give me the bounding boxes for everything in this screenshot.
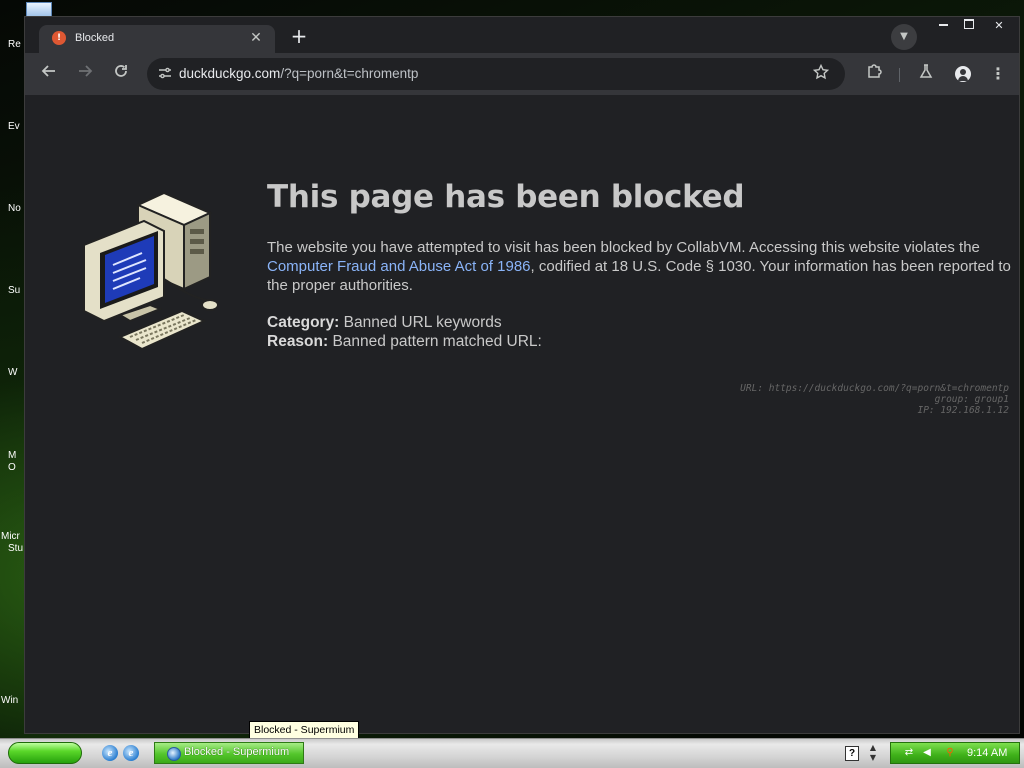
debug-info: URL: https://duckduckgo.com/?q=porn&t=ch…: [740, 383, 1009, 416]
internet-explorer-icon[interactable]: e: [102, 745, 118, 761]
help-icon[interactable]: ?: [845, 746, 859, 761]
category-label: Category:: [267, 314, 340, 331]
site-info-tune-icon[interactable]: [157, 66, 173, 82]
browser-toolbar: duckduckgo.com/?q=porn&t=chromentp ⋮: [25, 53, 1019, 95]
desktop-icon-label[interactable]: Su: [8, 285, 20, 297]
debug-url: URL: https://duckduckgo.com/?q=porn&t=ch…: [740, 383, 1009, 394]
message-text-before: The website you have attempted to visit …: [267, 239, 980, 256]
forward-arrow-icon[interactable]: [74, 63, 96, 85]
url-domain: duckduckgo.com: [179, 66, 281, 81]
browser-window: ! Blocked ✕ + ▼ ✕ duckduckgo.com/?q=porn…: [24, 16, 1020, 734]
maximize-icon: [964, 19, 974, 29]
toolbar-separator: [899, 68, 900, 82]
reload-icon[interactable]: [110, 63, 132, 85]
retro-computer-illustration: [83, 191, 219, 351]
new-tab-plus-icon[interactable]: +: [288, 26, 310, 48]
minimize-button[interactable]: [929, 17, 957, 35]
blocked-page-content: This page has been blocked The website y…: [25, 95, 1019, 733]
desktop-icon-label[interactable]: Re: [8, 39, 21, 51]
tab-title: Blocked: [75, 32, 115, 44]
search-icon[interactable]: ⚲: [944, 747, 956, 759]
tab-blocked[interactable]: ! Blocked ✕: [39, 25, 275, 53]
desktop-icon-label[interactable]: No: [8, 203, 21, 215]
desktop-icon-label[interactable]: Micr: [1, 531, 20, 543]
taskbar-tooltip: Blocked - Supermium: [249, 721, 360, 739]
extensions-puzzle-icon[interactable]: [863, 63, 885, 85]
profile-person-icon[interactable]: [955, 66, 971, 82]
debug-group: group: group1: [934, 394, 1009, 405]
category-row: Category: Banned URL keywords: [267, 313, 542, 332]
reason-label: Reason:: [267, 333, 329, 350]
desktop-icon-label[interactable]: O: [8, 462, 16, 474]
cfaa-link[interactable]: Computer Fraud and Abuse Act of 1986: [267, 258, 531, 275]
reason-row: Reason: Banned pattern matched URL:: [267, 332, 542, 351]
desktop-icon-label[interactable]: Stu: [8, 543, 23, 555]
start-button[interactable]: [8, 742, 82, 764]
block-details: Category: Banned URL keywords Reason: Ba…: [267, 313, 542, 351]
system-tray: ⇄ ◀ ⚲ 9:14 AM: [890, 742, 1020, 764]
back-arrow-icon[interactable]: [38, 63, 60, 85]
tab-close-icon[interactable]: ✕: [247, 29, 265, 47]
blocked-message: The website you have attempted to visit …: [267, 238, 1012, 295]
volume-icon[interactable]: ◀: [921, 747, 933, 759]
kebab-menu-icon[interactable]: ⋮: [987, 63, 1009, 85]
show-desktop-icon[interactable]: e: [123, 745, 139, 761]
tab-search-chevron-down-icon[interactable]: ▼: [891, 24, 917, 50]
minimize-icon: [938, 24, 948, 26]
url-path: /?q=porn&t=chromentp: [280, 66, 419, 81]
supermium-app-icon: [167, 747, 181, 761]
desktop-icon-label[interactable]: Ev: [8, 121, 20, 133]
tray-expand-chevron-icon[interactable]: ▲ ▼: [866, 743, 880, 763]
url-text[interactable]: duckduckgo.com/?q=porn&t=chromentp: [179, 66, 418, 81]
taskbar: e e Blocked - Supermium ? ▲ ▼ ⇄ ◀ ⚲ 9:14 …: [0, 738, 1024, 768]
page-title: This page has been blocked: [267, 179, 745, 215]
desktop-icon-column: Re Ev No Su W M O Micr Stu Win: [0, 0, 24, 740]
address-bar[interactable]: duckduckgo.com/?q=porn&t=chromentp: [147, 58, 845, 90]
network-icon[interactable]: ⇄: [903, 747, 915, 759]
debug-ip: IP: 192.168.1.12: [917, 405, 1009, 416]
labs-flask-icon[interactable]: [915, 63, 937, 85]
category-value: Banned URL keywords: [343, 314, 502, 331]
close-window-button[interactable]: ✕: [985, 17, 1013, 35]
taskbar-button-label: Blocked - Supermium: [184, 746, 290, 758]
reason-value: Banned pattern matched URL:: [332, 333, 542, 350]
clock[interactable]: 9:14 AM: [967, 747, 1007, 759]
duckduckgo-favicon-icon: !: [52, 31, 66, 45]
desktop-icon-label[interactable]: W: [8, 367, 17, 379]
tab-strip: ! Blocked ✕ + ▼ ✕: [25, 17, 1019, 53]
bookmark-star-icon[interactable]: [811, 63, 831, 84]
desktop-icon-label[interactable]: Win: [1, 695, 18, 707]
maximize-button[interactable]: [955, 17, 983, 35]
taskbar-button-supermium[interactable]: Blocked - Supermium: [154, 742, 304, 764]
desktop-icon-label[interactable]: M: [8, 450, 16, 462]
